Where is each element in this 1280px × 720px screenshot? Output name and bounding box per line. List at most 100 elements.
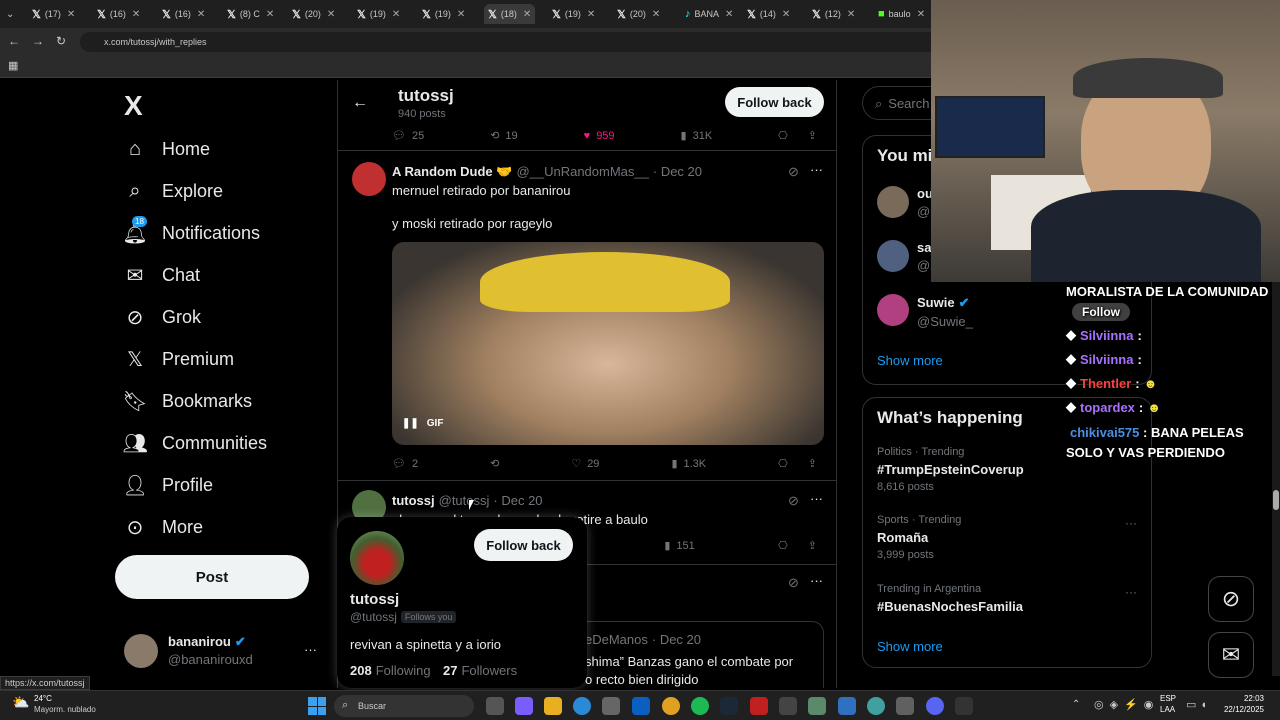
browser-tab[interactable]: 𝕏 (20) ✕ <box>617 4 660 24</box>
bookmark-icon[interactable]: ⎔ <box>778 129 788 142</box>
browser-tab[interactable]: 𝕏 (8) C ✕ <box>227 4 274 24</box>
trend-item[interactable]: Sports · Trending Romaña 3,999 posts <box>877 514 961 561</box>
repost-button[interactable]: ⟲ 19 <box>490 129 517 143</box>
like-button[interactable]: ♥ 959 <box>584 129 615 142</box>
close-icon[interactable]: ✕ <box>392 9 400 20</box>
close-icon[interactable]: ✕ <box>725 9 733 20</box>
close-icon[interactable]: ✕ <box>266 9 274 20</box>
nav-explore[interactable]: ⌕ Explore <box>124 180 223 202</box>
following-link[interactable]: 208 Following <box>350 663 431 678</box>
tab-list-button[interactable]: ⌄ <box>6 4 14 24</box>
avatar[interactable] <box>350 531 404 585</box>
nav-bookmarks[interactable]: 🔖︎ Bookmarks <box>122 390 252 413</box>
steam-icon[interactable] <box>720 697 738 715</box>
edge-icon[interactable] <box>573 697 591 715</box>
bookmark-icon[interactable]: ⎔ <box>778 539 788 552</box>
quoted-tweet[interactable]: eDeManos · Dec 20 shima” Banzas gano el c… <box>574 621 824 688</box>
app-icon[interactable] <box>867 697 885 715</box>
spotify-icon[interactable] <box>691 697 709 715</box>
url-input[interactable]: x.com/tutossj/with_replies <box>80 32 940 52</box>
discord-icon[interactable] <box>926 697 944 715</box>
nav-communities[interactable]: 👥︎ Communities <box>122 432 267 455</box>
close-icon[interactable]: ✕ <box>652 9 660 20</box>
followers-link[interactable]: 27 Followers <box>443 663 517 678</box>
close-icon[interactable]: ✕ <box>457 9 465 20</box>
gif-badge[interactable]: ❚❚ GIF <box>402 418 443 429</box>
task-view-icon[interactable] <box>486 697 504 715</box>
browser-tab[interactable]: 𝕏 (17) ✕ <box>32 4 75 24</box>
repost-button[interactable]: ⟲ <box>490 457 499 470</box>
nav-home[interactable]: ⌂ Home <box>124 138 210 160</box>
x-logo[interactable]: X <box>124 90 143 122</box>
reload-icon[interactable]: ↻ <box>56 34 66 48</box>
show-more-link[interactable]: Show more <box>877 353 943 368</box>
more-icon[interactable]: ··· <box>304 642 317 657</box>
browser-tab[interactable]: 𝕏 (19) ✕ <box>422 4 465 24</box>
hovercard-name[interactable]: tutossj <box>350 591 399 608</box>
gif-media[interactable]: ❚❚ GIF <box>392 242 824 445</box>
nav-chat[interactable]: ✉ Chat <box>124 264 200 287</box>
share-icon[interactable]: ⇪ <box>808 457 817 470</box>
more-icon[interactable]: ··· <box>810 162 823 177</box>
nav-grok[interactable]: ⊘ Grok <box>124 306 201 329</box>
views-button[interactable]: ▮ 1.3K <box>671 457 706 471</box>
avatar[interactable] <box>877 294 909 326</box>
scrollbar-thumb[interactable] <box>1273 490 1279 510</box>
network-volume-icons[interactable]: ▭◖ <box>1186 698 1211 711</box>
windows-start-icon[interactable] <box>308 697 326 715</box>
copilot-icon[interactable] <box>515 697 533 715</box>
browser-tab-active[interactable]: 𝕏 (18) ✕ <box>484 4 536 24</box>
capcut-icon[interactable] <box>779 697 797 715</box>
close-icon[interactable]: ✕ <box>132 9 140 20</box>
follow-back-button[interactable]: Follow back <box>725 87 824 117</box>
nav-profile[interactable]: 👤︎ Profile <box>122 474 213 497</box>
browser-tab[interactable]: 𝕏 (16) ✕ <box>162 4 205 24</box>
taskbar-search-input[interactable]: ⌕ Buscar <box>334 695 474 717</box>
reply-button[interactable]: 💬︎ 2 <box>392 457 418 471</box>
views-button[interactable]: ▮ 151 <box>664 539 694 553</box>
like-button[interactable]: ♡ 29 <box>571 457 599 471</box>
suggested-user[interactable]: Suwie ✔ <box>917 295 969 311</box>
close-icon[interactable]: ✕ <box>67 9 75 20</box>
browser-tab[interactable]: 𝕏 (19) ✕ <box>357 4 400 24</box>
browser-tab[interactable]: 𝕏 (14) ✕ <box>747 4 790 24</box>
weather-icon[interactable]: ⛅ <box>12 694 29 711</box>
app-icon[interactable] <box>838 697 856 715</box>
app-icon[interactable] <box>955 697 973 715</box>
app-icon[interactable] <box>808 697 826 715</box>
browser-tab[interactable]: ■ baulo ✕ <box>878 4 925 24</box>
close-icon[interactable]: ✕ <box>917 9 925 20</box>
nav-more[interactable]: ⊙ More <box>124 516 203 539</box>
close-icon[interactable]: ✕ <box>587 9 595 20</box>
reply-button[interactable]: 💬︎ 25 <box>392 129 424 143</box>
avatar[interactable] <box>352 162 386 196</box>
grok-float-button[interactable]: ⊘ <box>1208 576 1254 622</box>
close-icon[interactable]: ✕ <box>523 9 531 20</box>
close-icon[interactable]: ✕ <box>847 9 855 20</box>
share-icon[interactable]: ⇪ <box>808 129 817 142</box>
grok-icon[interactable]: ⊘ <box>788 575 799 591</box>
bookmark-icon[interactable]: ⎔ <box>778 457 788 470</box>
chrome-icon[interactable] <box>662 697 680 715</box>
more-icon[interactable]: ··· <box>810 573 823 588</box>
grok-icon[interactable]: ⊘ <box>788 164 799 180</box>
close-icon[interactable]: ✕ <box>782 9 790 20</box>
browser-tab[interactable]: ♪ BANA ✕ <box>685 4 733 24</box>
tweet-author[interactable]: tutossj @tutossj · Dec 20 <box>392 493 543 508</box>
forward-icon[interactable]: → <box>32 34 44 48</box>
share-icon[interactable]: ⇪ <box>808 539 817 552</box>
back-arrow-icon[interactable]: ← <box>352 94 368 112</box>
tray-icons[interactable]: ◎◈⚡◉ <box>1094 698 1159 711</box>
browser-tab[interactable]: 𝕏 (16) ✕ <box>97 4 140 24</box>
more-icon[interactable]: ··· <box>1125 585 1137 599</box>
views-button[interactable]: ▮ 31K <box>681 129 713 143</box>
avatar[interactable] <box>877 240 909 272</box>
avatar[interactable] <box>877 186 909 218</box>
nav-premium[interactable]: 𝕏 Premium <box>124 348 234 371</box>
browser-tab[interactable]: 𝕏 (20) ✕ <box>292 4 335 24</box>
grok-icon[interactable]: ⊘ <box>788 493 799 509</box>
tweet-author[interactable]: A Random Dude 🤝 @__UnRandomMas__ · Dec 2… <box>392 164 702 180</box>
messages-float-button[interactable]: ✉ <box>1208 632 1254 678</box>
store-icon[interactable] <box>602 697 620 715</box>
outlook-icon[interactable] <box>632 697 650 715</box>
